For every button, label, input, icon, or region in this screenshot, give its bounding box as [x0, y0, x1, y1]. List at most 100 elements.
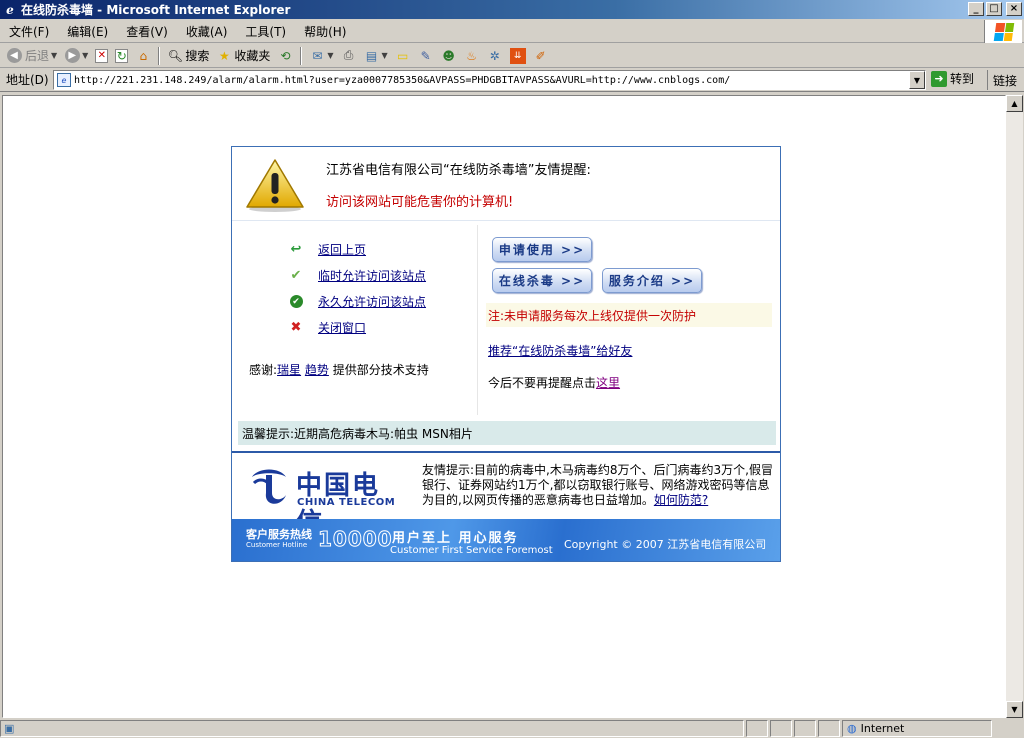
menu-help[interactable]: 帮助(H): [295, 23, 355, 40]
research-button[interactable]: ✎: [416, 45, 436, 67]
thanks-prefix: 感谢:: [249, 363, 278, 377]
address-dropdown-icon[interactable]: ▼: [909, 71, 925, 89]
messenger-button[interactable]: ☻: [439, 45, 459, 67]
title-bar: e 在线防杀毒墙 - Microsoft Internet Explorer _…: [0, 0, 1024, 19]
minimize-button[interactable]: _: [968, 2, 984, 16]
flame-button[interactable]: ♨: [462, 45, 482, 67]
mail-icon: ✉: [312, 48, 323, 63]
menu-file[interactable]: 文件(F): [0, 23, 58, 40]
friendly-text: 友情提示:目前的病毒中,木马病毒约8万个、后门病毒约3万个,假冒银行、证券网站约…: [422, 463, 773, 507]
go-button[interactable]: ➜ 转到: [931, 70, 974, 87]
discuss-button[interactable]: ▭: [393, 45, 413, 67]
logo-en: CHINA TELECOM: [297, 497, 396, 508]
rising-link[interactable]: 瑞星: [277, 363, 301, 377]
option-temp-allow: ✔ 临时允许访问该站点: [288, 267, 426, 284]
no-remind-link[interactable]: 这里: [596, 376, 620, 390]
slogan-en: Customer First Service Foremost: [390, 545, 553, 556]
forward-button[interactable]: ▶ ▼: [62, 45, 90, 67]
toolbar-separator: [158, 46, 161, 65]
address-input[interactable]: e http://221.231.148.249/alarm/alarm.htm…: [53, 70, 926, 90]
edit-button[interactable]: ▤ ▼: [362, 45, 390, 67]
scan-button[interactable]: 在线杀毒 >>: [492, 268, 592, 293]
home-icon: ⌂: [139, 48, 148, 63]
go-arrow-icon: ➜: [931, 70, 947, 87]
page-icon: e: [57, 73, 71, 87]
menu-favorites[interactable]: 收藏(A): [177, 23, 237, 40]
history-button[interactable]: ⟲: [275, 45, 295, 67]
recommend-link[interactable]: 推荐“在线防杀毒墙”给好友: [488, 342, 632, 359]
warning-icon: [246, 159, 304, 212]
stop-button[interactable]: ✕: [93, 45, 110, 67]
vertical-scrollbar[interactable]: ▲ ▼: [1006, 95, 1023, 718]
pencil-icon: ✐: [535, 48, 546, 63]
home-button[interactable]: ⌂: [133, 45, 153, 67]
status-pane: [818, 720, 840, 737]
menu-view[interactable]: 查看(V): [117, 23, 177, 40]
scroll-up-button[interactable]: ▲: [1006, 95, 1023, 112]
search-button[interactable]: 🔍︎ 搜索: [165, 45, 211, 67]
favorites-label: 收藏夹: [234, 49, 271, 63]
service-intro-button[interactable]: 服务介绍 >>: [602, 268, 702, 293]
stop-icon: ✕: [95, 48, 109, 63]
address-bar: 地址(D) e http://221.231.148.249/alarm/ala…: [0, 68, 1024, 92]
close-x-icon: ✖: [290, 320, 302, 335]
recommend-text[interactable]: 推荐“在线防杀毒墙”给好友: [488, 344, 632, 358]
option-perm-allow: ✔ 永久允许访问该站点: [288, 293, 426, 310]
refresh-button[interactable]: ↻: [113, 45, 130, 67]
address-url[interactable]: http://221.231.148.249/alarm/alarm.html?…: [74, 75, 909, 86]
standard-toolbar: ◀ 后退 ▼ ▶ ▼ ✕ ↻ ⌂ 🔍︎ 搜索 ★ 收藏夹 ⟲ ✉ ▼ ⎙ ▤ ▼ ▭…: [0, 44, 1024, 68]
messenger-icon: ☻: [442, 48, 455, 63]
globe-icon: ◍: [847, 722, 857, 735]
mail-dropdown-icon[interactable]: ▼: [327, 51, 333, 60]
slogan-cn: 用户至上 用心服务: [392, 531, 519, 546]
windows-flag-icon: [993, 22, 1014, 41]
back-button[interactable]: ◀ 后退 ▼: [4, 45, 59, 67]
menu-edit[interactable]: 编辑(E): [58, 23, 117, 40]
temp-allow-link[interactable]: 临时允许访问该站点: [318, 267, 426, 284]
ie-icon: e: [6, 2, 14, 17]
how-to-prevent-link[interactable]: 如何防范?: [654, 493, 708, 507]
forward-dropdown-icon[interactable]: ▼: [82, 51, 88, 60]
window-controls: _ □ ×: [968, 2, 1022, 16]
tools-button[interactable]: ✲: [485, 45, 505, 67]
flame-icon: ♨: [466, 48, 478, 63]
note-icon: ▭: [397, 48, 409, 63]
mail-button[interactable]: ✉ ▼: [307, 45, 335, 67]
status-bar: ▣ ◍ Internet: [0, 719, 1024, 738]
back-link[interactable]: 返回上页: [318, 241, 366, 258]
perm-allow-link[interactable]: 永久允许访问该站点: [318, 293, 426, 310]
maximize-button[interactable]: □: [986, 2, 1002, 16]
trend-link[interactable]: 趋势: [305, 363, 329, 377]
menu-tools[interactable]: 工具(T): [236, 23, 295, 40]
no-remind-prefix: 今后不要再提醒点击: [488, 376, 597, 390]
edit-dropdown-icon[interactable]: ▼: [382, 51, 388, 60]
thanks-line: 感谢:瑞星 趋势 提供部分技术支持: [249, 361, 429, 378]
no-remind-line: 今后不要再提醒点击这里: [488, 374, 620, 391]
china-telecom-logo: 中国电信 CHINA TELECOM: [246, 463, 406, 538]
scroll-down-button[interactable]: ▼: [1006, 701, 1023, 718]
friendly-tip: 友情提示:目前的病毒中,木马病毒约8万个、后门病毒约3万个,假冒银行、证券网站约…: [422, 463, 774, 508]
alert-body: ↩ 返回上页 ✔ 临时允许访问该站点 ✔ 永久允许访问该站点 ✖ 关闭窗口 感谢…: [232, 221, 780, 417]
back-dropdown-icon[interactable]: ▼: [51, 51, 57, 60]
favorites-button[interactable]: ★ 收藏夹: [214, 45, 272, 67]
pencil-button[interactable]: ✐: [531, 45, 551, 67]
alert-header: 江苏省电信有限公司“在线防杀毒墙”友情提醒: 访问该网站可能危害你的计算机!: [232, 147, 780, 221]
option-close: ✖ 关闭窗口: [288, 319, 366, 336]
apply-button[interactable]: 申请使用 >>: [492, 237, 592, 262]
download-button[interactable]: ⇊: [508, 45, 528, 67]
window-title: 在线防杀毒墙 - Microsoft Internet Explorer: [21, 3, 291, 17]
status-pane: [746, 720, 768, 737]
alert-panel: 江苏省电信有限公司“在线防杀毒墙”友情提醒: 访问该网站可能危害你的计算机! ↩…: [231, 146, 781, 562]
checkmark-icon: ✔: [290, 268, 302, 283]
links-button[interactable]: 链接: [987, 70, 1017, 90]
search-icon: 🔍︎: [167, 48, 183, 63]
print-button[interactable]: ⎙: [339, 45, 359, 67]
status-message: ▣: [0, 720, 744, 737]
tip-bar: 温馨提示:近期高危病毒木马:帕虫 MSN相片: [238, 421, 776, 445]
divider: [477, 225, 478, 415]
close-button[interactable]: ×: [1006, 2, 1022, 16]
page-content: 江苏省电信有限公司“在线防杀毒墙”友情提醒: 访问该网站可能危害你的计算机! ↩…: [2, 95, 1006, 718]
zone-label: Internet: [860, 722, 905, 735]
address-label: 地址(D): [6, 73, 49, 87]
close-window-link[interactable]: 关闭窗口: [318, 319, 366, 336]
